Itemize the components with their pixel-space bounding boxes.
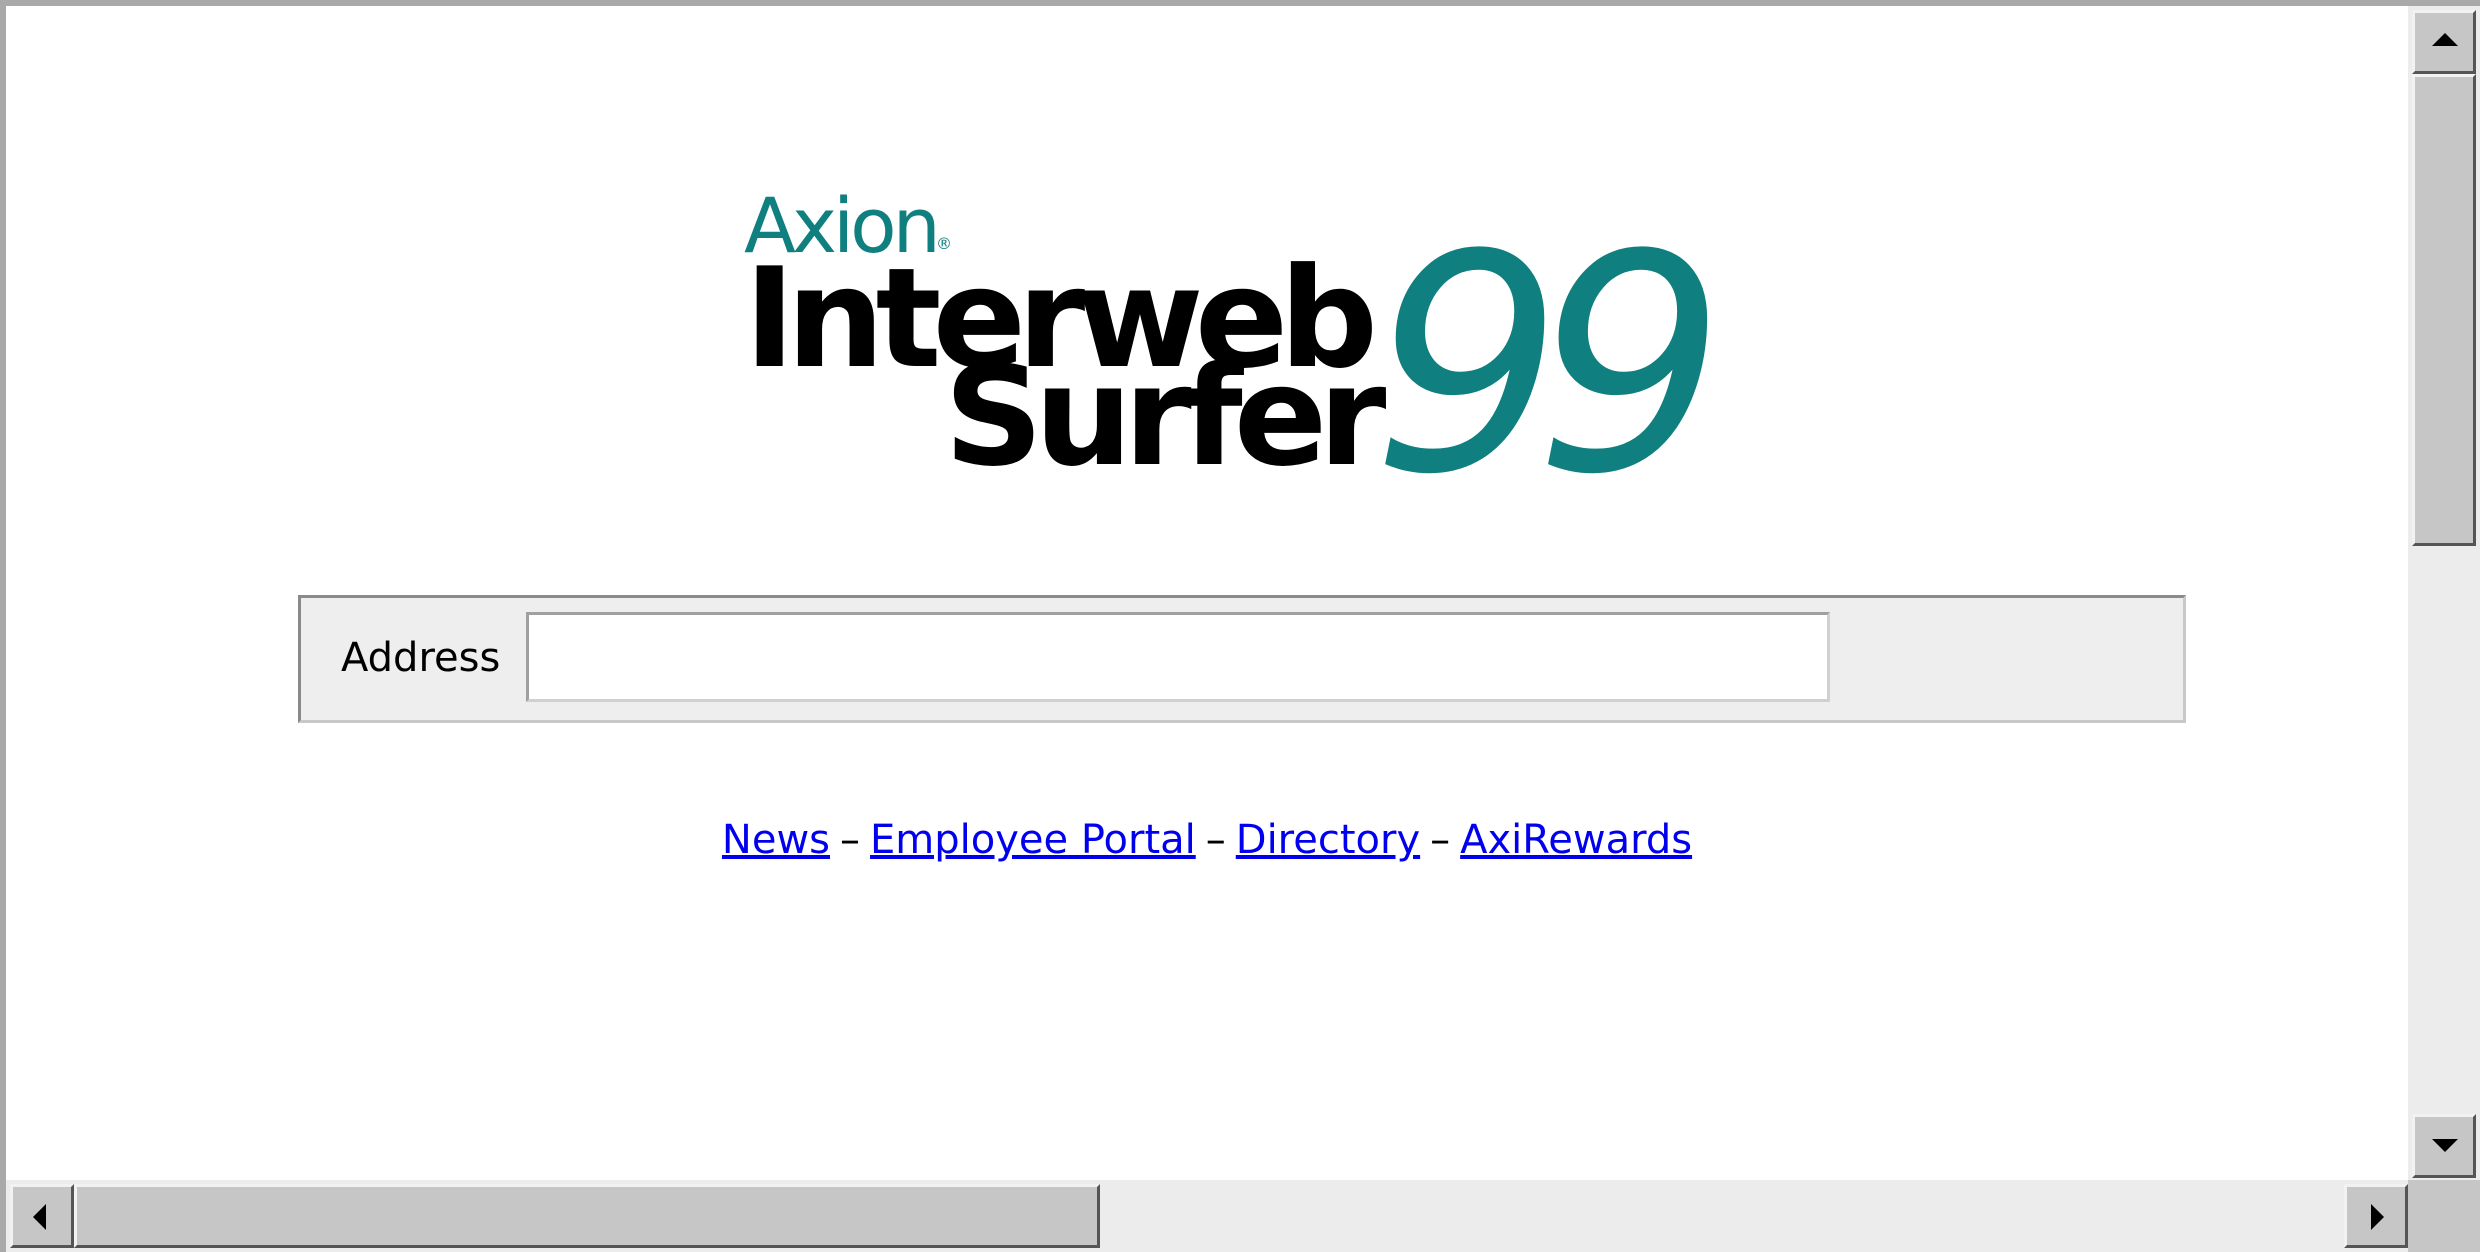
scroll-right-button[interactable] [2344, 1184, 2408, 1248]
vertical-scrollbar[interactable] [2408, 6, 2480, 1180]
vertical-scroll-thumb[interactable] [2412, 74, 2476, 546]
link-separator: – [1205, 817, 1226, 863]
logo-version: 99 [1372, 191, 1726, 540]
scroll-left-button[interactable] [10, 1184, 74, 1248]
logo-line-surfer: Surfer [944, 336, 1386, 497]
link-separator: – [1430, 817, 1451, 863]
link-directory[interactable]: Directory [1236, 817, 1420, 863]
browser-logo: Axion ® Interweb Surfer 99 [744, 184, 1726, 516]
horizontal-scroll-thumb[interactable] [74, 1184, 1100, 1248]
address-label: Address [341, 635, 501, 681]
address-input[interactable] [526, 612, 1830, 702]
link-news[interactable]: News [722, 817, 830, 863]
horizontal-scrollbar[interactable] [6, 1180, 2408, 1252]
scroll-up-button[interactable] [2412, 10, 2476, 74]
arrow-left-icon [33, 1204, 46, 1230]
browser-frame: Axion ® Interweb Surfer 99 Address News –… [6, 6, 2480, 1252]
page-viewport: Axion ® Interweb Surfer 99 Address News –… [6, 6, 2408, 1180]
link-employee-portal[interactable]: Employee Portal [870, 817, 1196, 863]
arrow-down-icon [2432, 1139, 2458, 1152]
arrow-right-icon [2371, 1204, 2384, 1230]
scrollbar-corner [2408, 1180, 2480, 1252]
quick-links: News – Employee Portal – Directory – AxiReward… [6, 820, 2408, 860]
link-axirewards[interactable]: AxiRewards [1460, 817, 1692, 863]
browser-window: Axion ® Interweb Surfer 99 Address News –… [0, 0, 2480, 1252]
link-separator: – [840, 817, 861, 863]
address-bar: Address [298, 595, 2186, 723]
arrow-up-icon [2432, 33, 2458, 46]
scroll-down-button[interactable] [2412, 1114, 2476, 1178]
